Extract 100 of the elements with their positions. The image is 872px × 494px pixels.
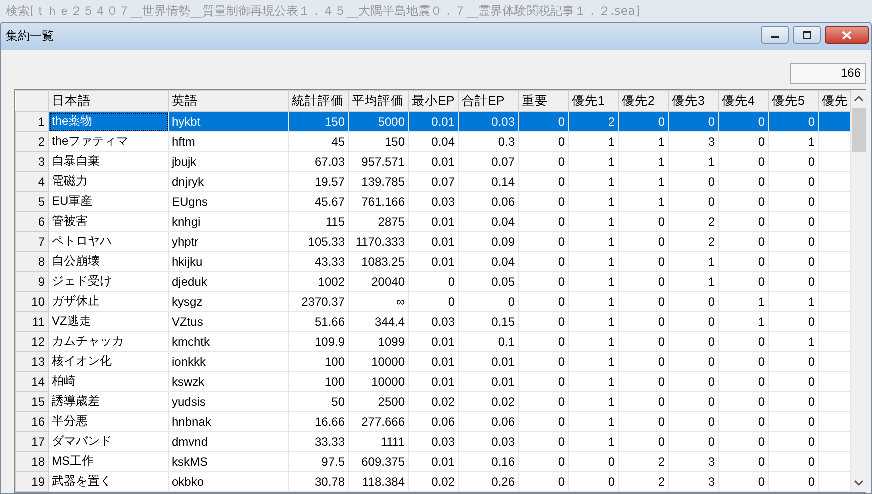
row-number: 3: [16, 152, 48, 172]
maximize-icon: [802, 31, 812, 39]
table-cell: ガザ休止: [48, 292, 168, 312]
table-cell: 2: [618, 472, 668, 492]
table-cell: 1: [568, 132, 618, 152]
column-header[interactable]: 優先3: [668, 90, 718, 112]
close-icon: [842, 30, 852, 40]
column-header[interactable]: 日本語: [48, 90, 168, 112]
table-cell: 1: [618, 132, 668, 152]
table-cell: 0: [618, 292, 668, 312]
column-header[interactable]: 優先4: [718, 90, 768, 112]
table-cell: 1099: [348, 332, 408, 352]
scroll-thumb[interactable]: [852, 108, 866, 152]
app-title: 検索[ｔｈｅ２５４０７__世界情勢__質量制御再現公表１．４５__大隅半島地震０．７__霊界体験関税記事１．２.sea]: [6, 2, 640, 20]
table-cell: 0.02: [408, 472, 458, 492]
table-cell: 0.01: [408, 152, 458, 172]
table-cell: 0: [768, 192, 818, 212]
column-header[interactable]: 優先: [818, 90, 850, 112]
table-cell: 0.01: [408, 352, 458, 372]
table-cell: 67.03: [288, 152, 348, 172]
table-cell: 0.03: [458, 432, 518, 452]
table-cell: 1: [568, 392, 618, 412]
table-cell: 1: [568, 412, 618, 432]
table-cell: 0: [668, 412, 718, 432]
table-cell: 0: [718, 352, 768, 372]
table-cell: 0: [718, 272, 768, 292]
table-cell: 1: [768, 132, 818, 152]
table-cell: 19.57: [288, 172, 348, 192]
table-cell: 100: [288, 352, 348, 372]
table-cell: 0: [618, 212, 668, 232]
table-cell: 0: [718, 432, 768, 452]
table-cell: 0: [518, 192, 568, 212]
column-header[interactable]: 重要: [518, 90, 568, 112]
row-number: 12: [16, 332, 48, 352]
row-number: 13: [16, 352, 48, 372]
table-cell: hykbt: [168, 112, 288, 132]
row-number: 7: [16, 232, 48, 252]
table-cell: 16.66: [288, 412, 348, 432]
column-header[interactable]: 合計EP: [458, 90, 518, 112]
table-cell: hkijku: [168, 252, 288, 272]
table-cell: theファティマ: [48, 132, 168, 152]
maximize-button[interactable]: [793, 26, 821, 44]
table-cell: kskMS: [168, 452, 288, 472]
table-cell: 2500: [348, 392, 408, 412]
table-cell: 0: [718, 252, 768, 272]
table-cell: 0.01: [408, 212, 458, 232]
column-header[interactable]: 優先5: [768, 90, 818, 112]
table-cell: 0: [618, 112, 668, 132]
table-cell: 0.03: [408, 312, 458, 332]
row-number: 19: [16, 472, 48, 492]
row-number: 1: [16, 112, 48, 132]
table-cell: 2: [668, 232, 718, 252]
table-cell: 50: [288, 392, 348, 412]
table-cell: 0: [718, 232, 768, 252]
table-cell: 0.09: [458, 232, 518, 252]
table-cell: 45: [288, 132, 348, 152]
row-number: 9: [16, 272, 48, 292]
table-cell: 10000: [348, 372, 408, 392]
table-cell: 761.166: [348, 192, 408, 212]
table-cell: 45.67: [288, 192, 348, 212]
table-cell: 3: [668, 132, 718, 152]
table-cell: 0: [718, 192, 768, 212]
table-cell: 0: [618, 412, 668, 432]
column-header[interactable]: 優先1: [568, 90, 618, 112]
table-cell: ペトロヤハ: [48, 232, 168, 252]
table-cell: 0: [518, 112, 568, 132]
table-cell: 0: [718, 332, 768, 352]
table-cell: 0: [718, 452, 768, 472]
column-header[interactable]: 統計評価: [288, 90, 348, 112]
table-cell: 0.04: [458, 252, 518, 272]
table-cell: 0: [718, 152, 768, 172]
table-cell: 0.01: [458, 352, 518, 372]
column-header[interactable]: 英語: [168, 90, 288, 112]
table-cell: 自公崩壊: [48, 252, 168, 272]
table-cell: 1: [568, 432, 618, 452]
table-cell: 3: [668, 472, 718, 492]
table-cell: 0: [518, 212, 568, 232]
table-cell: okbko: [168, 472, 288, 492]
table-cell: 118.384: [348, 472, 408, 492]
column-header[interactable]: 平均評価: [348, 90, 408, 112]
table-cell: 0.15: [458, 312, 518, 332]
scrollbar[interactable]: [851, 90, 866, 492]
table-cell: 0: [518, 292, 568, 312]
table-cell: 0: [518, 352, 568, 372]
table-cell: 0: [618, 272, 668, 292]
close-button[interactable]: [825, 26, 869, 44]
table-cell: VZ逃走: [48, 312, 168, 332]
column-header[interactable]: 最小EP: [408, 90, 458, 112]
table-cell: 0: [518, 412, 568, 432]
scroll-up-icon[interactable]: [854, 96, 864, 102]
table-cell: 1: [568, 212, 618, 232]
column-header[interactable]: 優先2: [618, 90, 668, 112]
table-cell: 管被害: [48, 212, 168, 232]
table-cell: 0.03: [408, 432, 458, 452]
table-cell: 0: [668, 432, 718, 452]
table-cell: 0: [768, 352, 818, 372]
minimize-button[interactable]: [761, 26, 789, 44]
table-cell: 0: [518, 452, 568, 472]
table-cell: 1083.25: [348, 252, 408, 272]
scroll-down-icon[interactable]: [854, 480, 864, 486]
